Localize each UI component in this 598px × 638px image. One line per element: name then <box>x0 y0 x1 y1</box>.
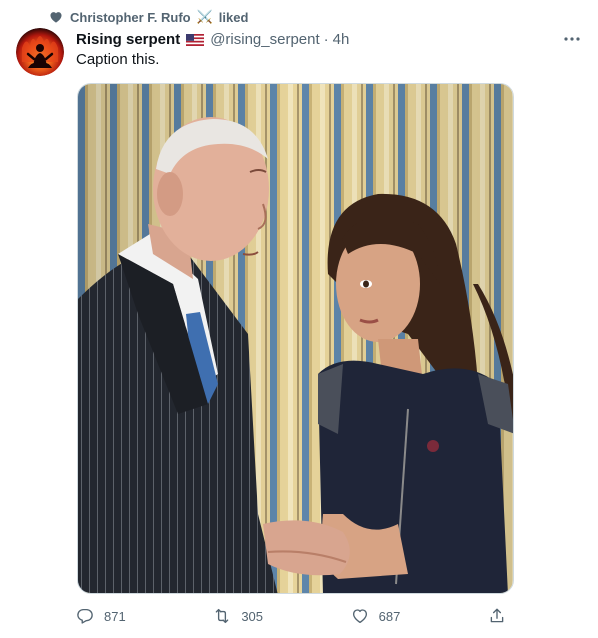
retweet-button[interactable]: 305 <box>213 607 263 625</box>
separator-dot: · <box>323 30 329 48</box>
avatar[interactable] <box>16 28 64 76</box>
reply-button[interactable]: 871 <box>76 607 126 625</box>
like-count: 687 <box>378 608 401 624</box>
tweet-actions: 871 305 687 <box>76 604 506 628</box>
social-context-user[interactable]: Christopher F. Rufo <box>70 10 191 25</box>
share-icon <box>490 608 504 623</box>
social-context-action: liked <box>218 9 249 25</box>
reply-icon <box>77 608 93 624</box>
us-flag-icon <box>186 33 205 46</box>
author-name[interactable]: Rising serpent <box>76 31 180 48</box>
author-handle[interactable]: @rising_serpent <box>210 31 319 48</box>
tweet-timestamp[interactable]: 4h <box>333 31 350 48</box>
reply-count: 871 <box>104 608 126 624</box>
tweet-text: Caption this. <box>76 51 160 68</box>
social-context[interactable]: Christopher F. Rufo ⚔️ liked <box>48 8 248 26</box>
share-button[interactable] <box>488 607 506 625</box>
tweet-photo[interactable] <box>77 83 514 594</box>
like-heart-icon <box>352 609 367 624</box>
more-dots-icon <box>564 37 580 41</box>
more-options-button[interactable] <box>560 28 584 50</box>
retweet-count: 305 <box>241 608 264 624</box>
retweet-icon <box>216 608 229 624</box>
heart-icon <box>48 9 64 25</box>
like-button[interactable]: 687 <box>351 607 401 625</box>
crossed-swords-emoji: ⚔️ <box>196 9 213 24</box>
tweet-header: Rising serpent @rising_serpent · 4h <box>76 29 582 49</box>
